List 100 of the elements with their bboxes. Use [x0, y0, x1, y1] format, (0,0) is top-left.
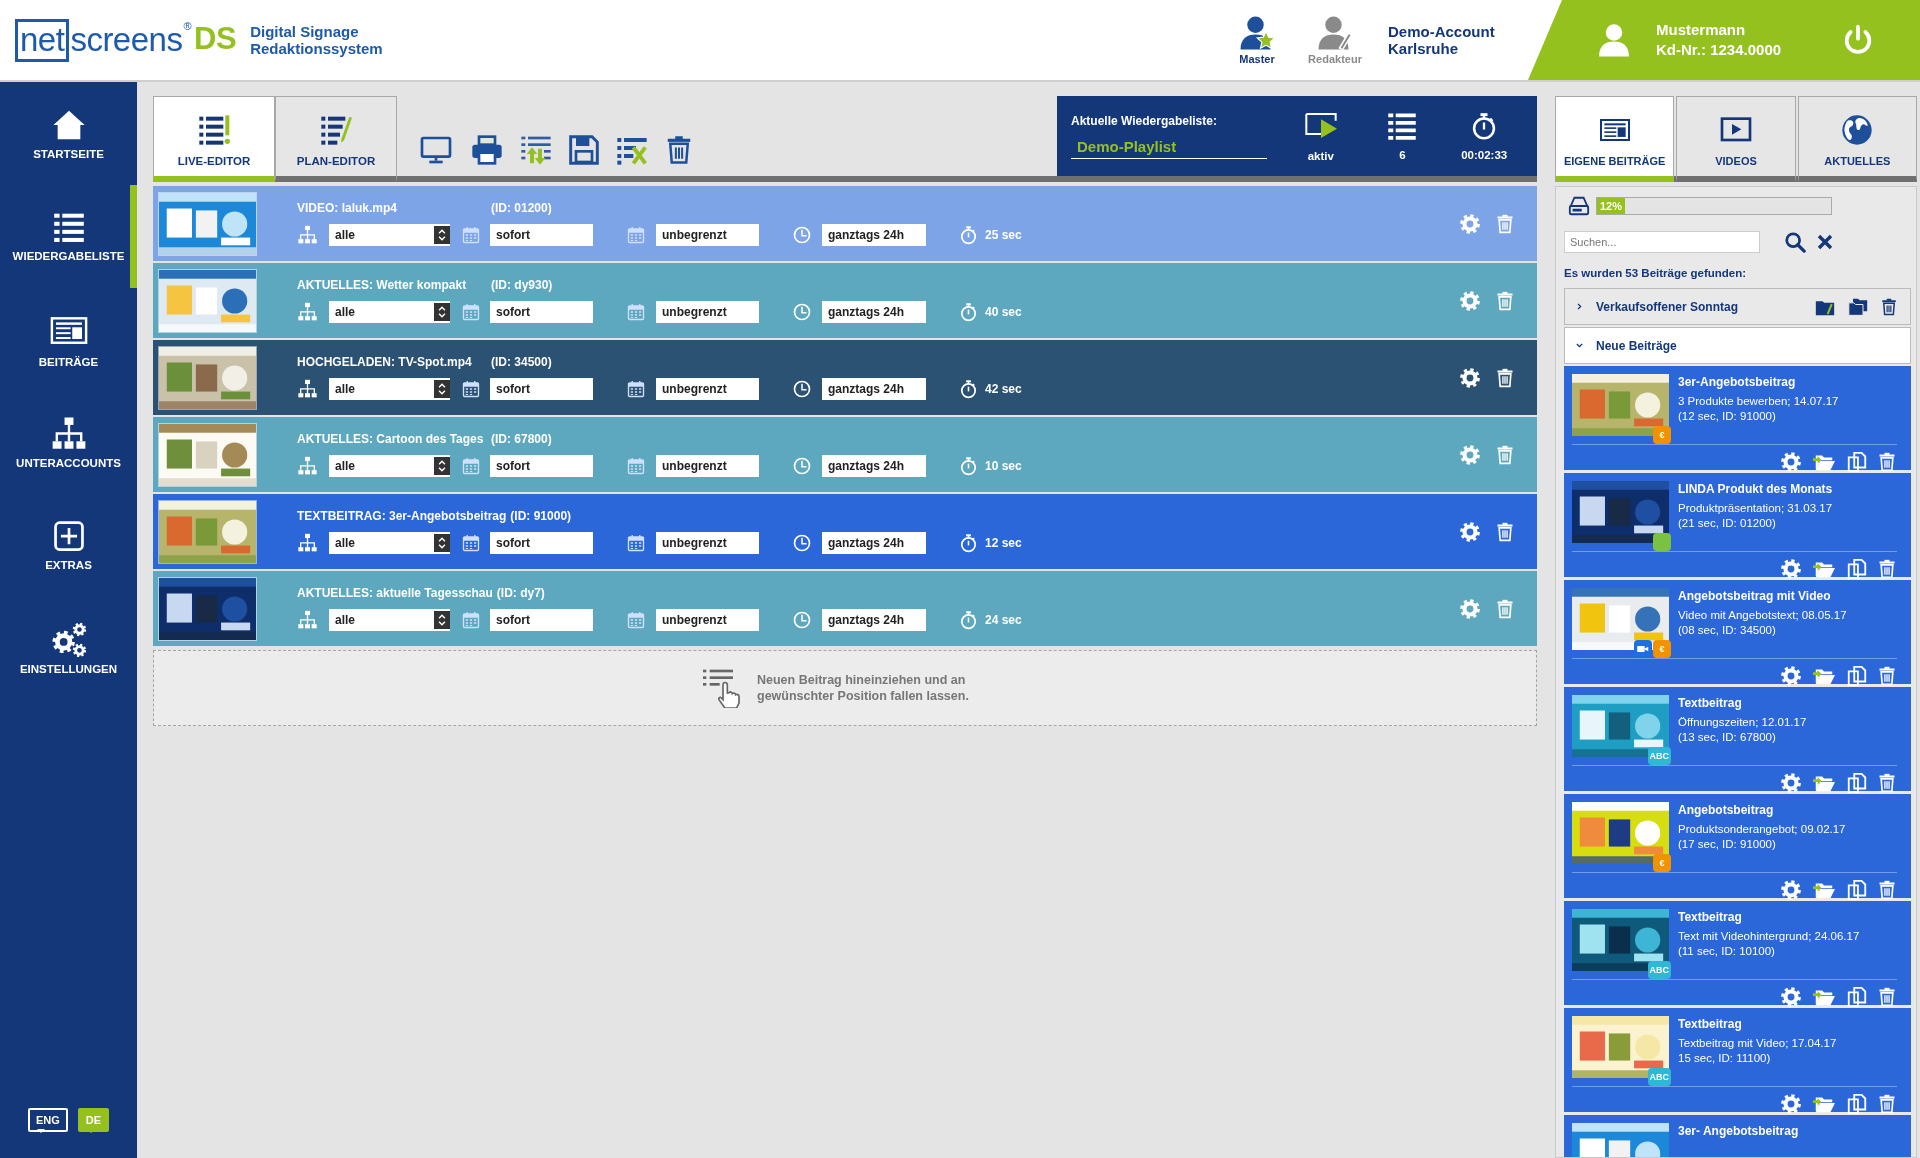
content-item[interactable]: 3er- Angebotsbeitrag — [1564, 1115, 1911, 1157]
search-field[interactable]: Suchen... — [1564, 231, 1760, 253]
settings-icon[interactable] — [1780, 558, 1802, 580]
time-field[interactable]: ganztags 24h — [822, 532, 926, 554]
copy-icon[interactable] — [1846, 665, 1868, 687]
item-description: Öffnungszeiten; 12.01.17 — [1678, 715, 1807, 730]
settings-icon[interactable] — [1459, 366, 1481, 389]
user-icon — [1596, 22, 1632, 58]
library-tab[interactable]: VIDEOS — [1676, 96, 1796, 182]
target-select[interactable]: alle — [329, 532, 450, 554]
item-description: Produktpräsentation; 31.03.17 — [1678, 501, 1833, 516]
playlist-row[interactable]: AKTUELLES: Wetter kompakt (ID: dy930) alle sofort unbegrenzt ganztags 24h 40 sec — [153, 263, 1537, 338]
time-field[interactable]: ganztags 24h — [822, 224, 926, 246]
content-item[interactable]: € 3er-Angebotsbeitrag 3 Produkte bewerben; 14.07.17 (12 sec, ID: 91000) — [1564, 366, 1911, 470]
time-field[interactable]: ganztags 24h — [822, 378, 926, 400]
close-icon[interactable] — [1816, 233, 1834, 251]
start-field[interactable]: sofort — [490, 224, 593, 246]
folder-row[interactable]: Verkaufsoffener Sonntag — [1564, 288, 1911, 325]
nav-item[interactable]: BEITRÄGE — [0, 288, 137, 391]
type-badge: ABC — [1647, 1068, 1671, 1086]
nav-item[interactable]: EINSTELLUNGEN — [0, 597, 137, 700]
playlist-row[interactable]: TEXTBEITRAG: 3er-Angebotsbeitrag (ID: 91000) alle sofort unbegrenzt ganztags 24h 12 sec — [153, 494, 1537, 569]
start-field[interactable]: sofort — [490, 609, 593, 631]
start-field[interactable]: sofort — [490, 455, 593, 477]
target-select[interactable]: alle — [329, 455, 450, 477]
nav-item[interactable]: UNTERACCOUNTS — [0, 391, 137, 494]
trash-icon[interactable] — [1877, 451, 1897, 473]
tagline: Digital Signage — [250, 23, 360, 40]
time-field[interactable]: ganztags 24h — [822, 455, 926, 477]
trash-icon[interactable] — [1495, 520, 1515, 543]
target-select[interactable]: alle — [329, 224, 450, 246]
end-field[interactable]: unbegrenzt — [656, 224, 759, 246]
trash-icon[interactable] — [1877, 665, 1897, 687]
settings-icon[interactable] — [1780, 772, 1802, 794]
row-id: (ID: 67800) — [491, 432, 552, 446]
start-field[interactable]: sofort — [490, 532, 593, 554]
trash-icon[interactable] — [1880, 296, 1898, 317]
printer-icon[interactable] — [470, 134, 504, 166]
settings-icon[interactable] — [1780, 1093, 1802, 1115]
library-tab[interactable]: EIGENE BEITRÄGE — [1555, 96, 1675, 182]
nav-item[interactable]: EXTRAS — [0, 494, 137, 597]
settings-icon[interactable] — [1780, 879, 1802, 901]
status-label: aktiv — [1307, 150, 1334, 162]
playlist-row[interactable]: AKTUELLES: Cartoon des Tages (ID: 67800) alle sofort unbegrenzt ganztags 24h 10 sec — [153, 417, 1537, 492]
target-select[interactable]: alle — [329, 378, 450, 400]
trash-icon[interactable] — [1877, 879, 1897, 901]
trash-icon[interactable] — [1877, 986, 1897, 1008]
folders-icon[interactable] — [1846, 296, 1870, 317]
type-badge: € — [1653, 854, 1671, 872]
playlist-row[interactable]: HOCHGELADEN: TV-Spot.mp4 (ID: 34500) alle sofort unbegrenzt ganztags 24h 42 sec — [153, 340, 1537, 415]
settings-icon[interactable] — [1780, 451, 1802, 473]
time-field[interactable]: ganztags 24h — [822, 301, 926, 323]
start-field[interactable]: sofort — [490, 301, 593, 323]
clock-icon — [793, 226, 811, 244]
content-item[interactable]: € Angebotsbeitrag mit Video Video mit Angebotstext; 08.05.17 (08 sec, ID: 34500) — [1564, 580, 1911, 684]
logo-text: DS — [194, 19, 237, 54]
content-item[interactable]: ABC Textbeitrag Öffnungszeiten; 12.01.17 (13 sec, ID: 67800) — [1564, 687, 1911, 791]
copy-icon[interactable] — [1846, 986, 1868, 1008]
end-field[interactable]: unbegrenzt — [656, 455, 759, 477]
drop-zone[interactable]: Neuen Beitrag hineinziehen und an gewünschter Position fallen lassen. — [153, 650, 1537, 726]
folder-row[interactable]: Neue Beiträge — [1564, 327, 1911, 364]
content-item[interactable]: € Angebotsbeitrag Produktsonderangebot; 09.02.17 (17 sec, ID: 91000) — [1564, 794, 1911, 898]
content-item[interactable]: ABC Textbeitrag Textbeitrag mit Video; 17.04.17 15 sec, ID: 11100) — [1564, 1008, 1911, 1112]
copy-icon[interactable] — [1846, 1093, 1868, 1115]
trash-icon[interactable] — [1877, 558, 1897, 580]
editor-tab[interactable]: PLAN-EDITOR — [275, 96, 397, 182]
editor-tab[interactable]: LIVE-EDITOR — [153, 96, 275, 182]
row-id: (ID: 01200) — [491, 201, 552, 215]
content-item[interactable]: LINDA Produkt des Monats Produktpräsentation; 31.03.17 (21 sec, ID: 01200) — [1564, 473, 1911, 577]
item-description: 3 Produkte bewerben; 14.07.17 — [1678, 394, 1839, 409]
playlist-name[interactable]: Demo-Playlist — [1071, 137, 1267, 159]
target-select[interactable]: alle — [329, 609, 450, 631]
time-field[interactable]: ganztags 24h — [822, 609, 926, 631]
stopwatch-icon — [959, 302, 978, 322]
save-icon[interactable] — [568, 134, 600, 166]
role-button[interactable]: Master — [1232, 15, 1282, 65]
nav-item[interactable]: STARTSEITE — [0, 82, 137, 185]
trash-icon[interactable] — [1495, 366, 1515, 389]
copy-icon[interactable] — [1846, 451, 1868, 473]
end-field[interactable]: unbegrenzt — [656, 301, 759, 323]
settings-icon[interactable] — [1780, 986, 1802, 1008]
settings-icon[interactable] — [1459, 520, 1481, 543]
library-tab[interactable]: AKTUELLES — [1797, 96, 1917, 182]
search-icon[interactable] — [1784, 231, 1806, 253]
row-id: (ID: 34500) — [491, 355, 552, 369]
target-select[interactable]: alle — [329, 301, 450, 323]
end-field[interactable]: unbegrenzt — [656, 378, 759, 400]
trash-icon[interactable] — [1877, 772, 1897, 794]
start-field[interactable]: sofort — [490, 378, 593, 400]
end-field[interactable]: unbegrenzt — [656, 532, 759, 554]
settings-icon[interactable] — [1780, 665, 1802, 687]
copy-icon[interactable] — [1846, 772, 1868, 794]
trash-icon[interactable] — [1877, 1093, 1897, 1115]
copy-icon[interactable] — [1846, 558, 1868, 580]
end-field[interactable]: unbegrenzt — [656, 609, 759, 631]
playlist-row[interactable]: VIDEO: laluk.mp4 (ID: 01200) alle sofort unbegrenzt ganztags 24h 25 sec — [153, 186, 1537, 261]
copy-icon[interactable] — [1846, 879, 1868, 901]
playlist-row[interactable]: AKTUELLES: aktuelle Tagesschau (ID: dy7) alle sofort unbegrenzt ganztags 24h 24 sec — [153, 571, 1537, 646]
nav-item[interactable]: WIEDERGABELISTE — [0, 185, 137, 288]
content-item[interactable]: ABC Textbeitrag Text mit Videohintergrund; 24.06.17 (11 sec, ID: 10100) — [1564, 901, 1911, 1005]
